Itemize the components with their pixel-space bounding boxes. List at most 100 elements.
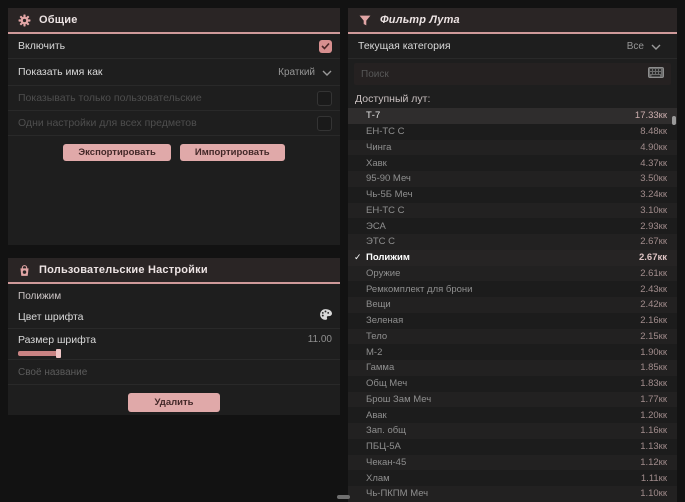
chevron-down-icon bbox=[651, 37, 661, 55]
list-item[interactable]: М-2 1.90кк bbox=[348, 344, 677, 360]
palette-icon[interactable] bbox=[319, 308, 332, 326]
loot-item-name: ПБЦ-5А bbox=[366, 441, 401, 453]
font-color-row: Цвет шрифта bbox=[8, 306, 340, 329]
list-item[interactable]: Общ Меч 1.83кк bbox=[348, 375, 677, 392]
loot-list: Т-7 17.33кк ЕН-ТС С 8.48кк Чинга 4.90кк … bbox=[348, 108, 677, 502]
list-item[interactable]: Т-7 17.33кк bbox=[348, 108, 677, 124]
list-item[interactable]: Хлам 1.11кк bbox=[348, 470, 677, 486]
font-size-slider[interactable] bbox=[18, 349, 66, 358]
general-settings-panel: Общие Включить Показать имя как Краткий … bbox=[8, 8, 340, 245]
search-input[interactable] bbox=[361, 68, 642, 80]
loot-item-value: 3.10кк bbox=[640, 204, 667, 216]
list-item[interactable]: ЕН-ТС С 3.10кк bbox=[348, 202, 677, 219]
loot-item-name: Тело bbox=[366, 330, 388, 342]
show-name-label: Показать имя как bbox=[18, 66, 103, 78]
single-settings-row: Одни настройки для всех предметов bbox=[8, 111, 340, 136]
list-item[interactable]: Оружие 2.61кк bbox=[348, 265, 677, 282]
list-item[interactable]: ЭТС С 2.67кк bbox=[348, 234, 677, 250]
font-color-label: Цвет шрифта bbox=[18, 311, 84, 323]
chevron-down-icon bbox=[322, 63, 332, 81]
list-item[interactable]: Гамма 1.85кк bbox=[348, 360, 677, 376]
list-item[interactable]: Авак 1.20кк bbox=[348, 407, 677, 423]
list-item[interactable]: ЭСА 2.93кк bbox=[348, 218, 677, 234]
list-item[interactable]: ЕН-ТС С 8.48кк bbox=[348, 123, 677, 140]
loot-item-value: 1.90кк bbox=[640, 346, 667, 358]
loot-item-name: ЕН-ТС С bbox=[366, 126, 405, 138]
list-item[interactable]: ✓ Полижим 2.67кк bbox=[348, 249, 677, 266]
delete-button[interactable]: Удалить bbox=[128, 393, 220, 412]
loot-item-value: 1.77кк bbox=[640, 393, 667, 405]
loot-item-value: 1.10кк bbox=[640, 488, 667, 500]
only-custom-checkbox[interactable] bbox=[317, 90, 332, 106]
single-settings-checkbox[interactable] bbox=[317, 115, 332, 131]
loot-item-value: 2.15кк bbox=[640, 330, 667, 342]
loot-item-value: 1.20кк bbox=[640, 409, 667, 421]
category-dropdown[interactable]: Все bbox=[627, 37, 661, 55]
loot-item-name: Чинга bbox=[366, 141, 392, 153]
only-custom-label: Показывать только пользовательские bbox=[18, 92, 202, 104]
custom-panel-header: Пользовательские Настройки bbox=[8, 258, 340, 284]
export-button[interactable]: Экспортировать bbox=[63, 144, 171, 161]
list-item[interactable]: Хавк 4.37кк bbox=[348, 155, 677, 171]
enable-row: Включить bbox=[8, 34, 340, 59]
loot-item-value: 2.16кк bbox=[640, 315, 667, 327]
loot-item-name: Зап. общ bbox=[366, 425, 406, 437]
slider-knob[interactable] bbox=[56, 349, 61, 358]
loot-item-value: 2.67кк bbox=[639, 252, 667, 264]
list-item[interactable]: Тело 2.15кк bbox=[348, 328, 677, 345]
show-name-dropdown[interactable]: Краткий bbox=[278, 63, 332, 81]
category-label: Текущая категория bbox=[358, 40, 451, 52]
list-item[interactable]: Брош Зам Меч 1.77кк bbox=[348, 391, 677, 408]
keyboard-icon[interactable] bbox=[648, 65, 664, 83]
available-loot-label: Доступный лут: bbox=[355, 93, 431, 105]
list-item[interactable]: Ремкомплект для брони 2.43кк bbox=[348, 281, 677, 297]
loot-item-value: 2.67кк bbox=[640, 236, 667, 248]
loot-item-value: 2.43кк bbox=[640, 283, 667, 295]
list-item[interactable]: 95-90 Меч 3.50кк bbox=[348, 171, 677, 187]
loot-item-check: ✓ bbox=[354, 252, 362, 263]
show-name-row: Показать имя как Краткий bbox=[8, 59, 340, 86]
custom-panel-title: Пользовательские Настройки bbox=[39, 264, 208, 276]
loot-filter-panel: Фильтр Лута Текущая категория Все Поиск … bbox=[348, 8, 677, 502]
list-item[interactable]: Зап. общ 1.16кк bbox=[348, 423, 677, 439]
loot-item-name: Хавк bbox=[366, 157, 387, 169]
loot-item-name: Гамма bbox=[366, 362, 395, 374]
list-item[interactable]: Вещи 2.42кк bbox=[348, 297, 677, 313]
loot-item-value: 1.12кк bbox=[640, 456, 667, 468]
import-button[interactable]: Импортировать bbox=[179, 144, 285, 161]
loot-item-value: 1.85кк bbox=[640, 362, 667, 374]
loot-item-name: М-2 bbox=[366, 346, 383, 358]
list-item[interactable]: ПБЦ-5А 1.13кк bbox=[348, 438, 677, 455]
vertical-scrollbar-thumb[interactable] bbox=[672, 116, 676, 125]
loot-item-value: 1.16кк bbox=[640, 425, 667, 437]
loot-item-name: ЕН-ТС С bbox=[366, 204, 405, 216]
category-row: Текущая категория Все bbox=[348, 34, 677, 59]
loot-item-name: Общ Меч bbox=[366, 378, 408, 390]
horizontal-scrollbar-thumb[interactable] bbox=[337, 495, 350, 499]
list-item[interactable]: Чинга 4.90кк bbox=[348, 139, 677, 156]
list-item[interactable]: Зеленая 2.16кк bbox=[348, 312, 677, 329]
list-item[interactable]: Чь-ПКПМ Меч 1.10кк bbox=[348, 486, 677, 502]
font-size-row: Размер шрифта 11.00 bbox=[8, 329, 340, 360]
loot-item-name: Оружие bbox=[366, 267, 401, 279]
loot-item-value: 1.13кк bbox=[640, 441, 667, 453]
loot-item-name: Ремкомплект для брони bbox=[366, 283, 473, 295]
only-custom-row: Показывать только пользовательские bbox=[8, 86, 340, 111]
loot-item-name: Чь-ПКПМ Меч bbox=[366, 488, 429, 500]
loot-item-name: Чь-5Б Меч bbox=[366, 189, 413, 201]
search-bar bbox=[354, 63, 671, 85]
loot-item-value: 8.48кк bbox=[640, 126, 667, 138]
enable-checkbox[interactable] bbox=[319, 39, 332, 53]
loot-item-value: 1.11кк bbox=[640, 472, 667, 484]
slider-fill bbox=[18, 351, 58, 356]
loot-item-value: 17.33кк bbox=[634, 110, 667, 122]
list-item[interactable]: Чекан-45 1.12кк bbox=[348, 454, 677, 471]
gear-icon bbox=[18, 14, 31, 27]
custom-settings-panel: Пользовательские Настройки Полижим Цвет … bbox=[8, 258, 340, 415]
list-item[interactable]: Чь-5Б Меч 3.24кк bbox=[348, 186, 677, 203]
loot-item-name: Т-7 bbox=[366, 110, 381, 122]
loot-item-value: 2.93кк bbox=[640, 220, 667, 232]
font-size-value: 11.00 bbox=[307, 334, 332, 345]
custom-name-input[interactable] bbox=[18, 366, 330, 378]
general-panel-header: Общие bbox=[8, 8, 340, 34]
